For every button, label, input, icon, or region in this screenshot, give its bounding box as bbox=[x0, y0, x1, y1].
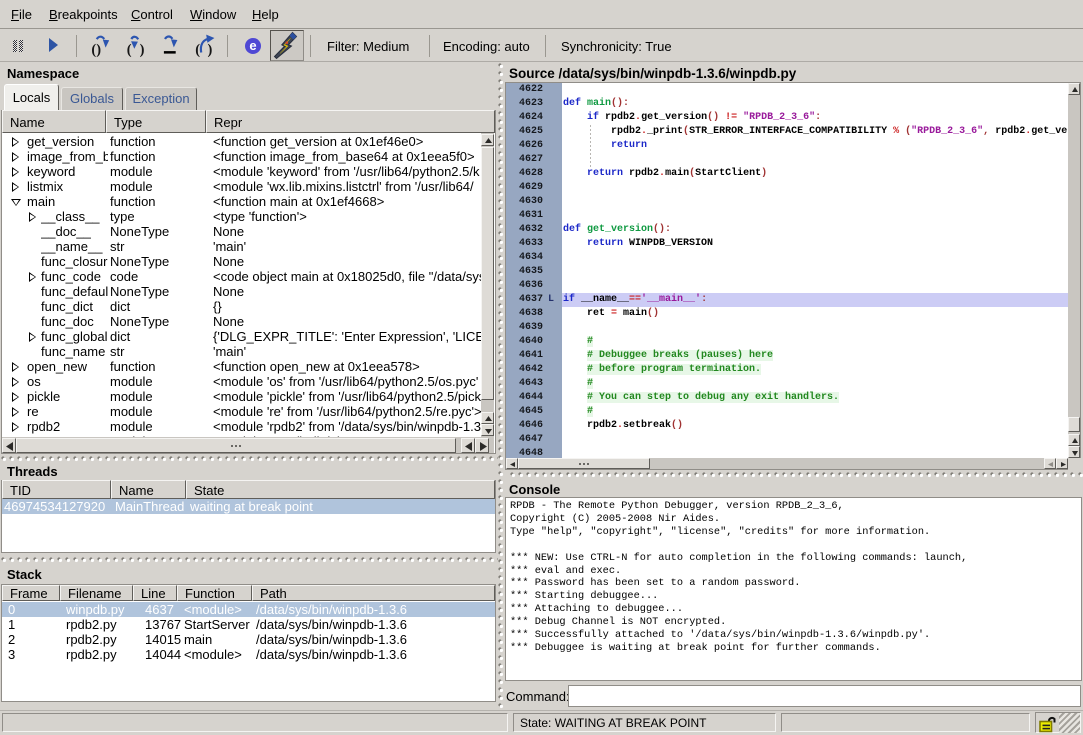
svg-text:(: ( bbox=[127, 42, 132, 58]
svg-text:): ) bbox=[208, 42, 213, 58]
svg-text:): ) bbox=[140, 42, 145, 58]
svg-text:(: ( bbox=[195, 42, 200, 58]
svg-text:(): () bbox=[91, 42, 101, 58]
